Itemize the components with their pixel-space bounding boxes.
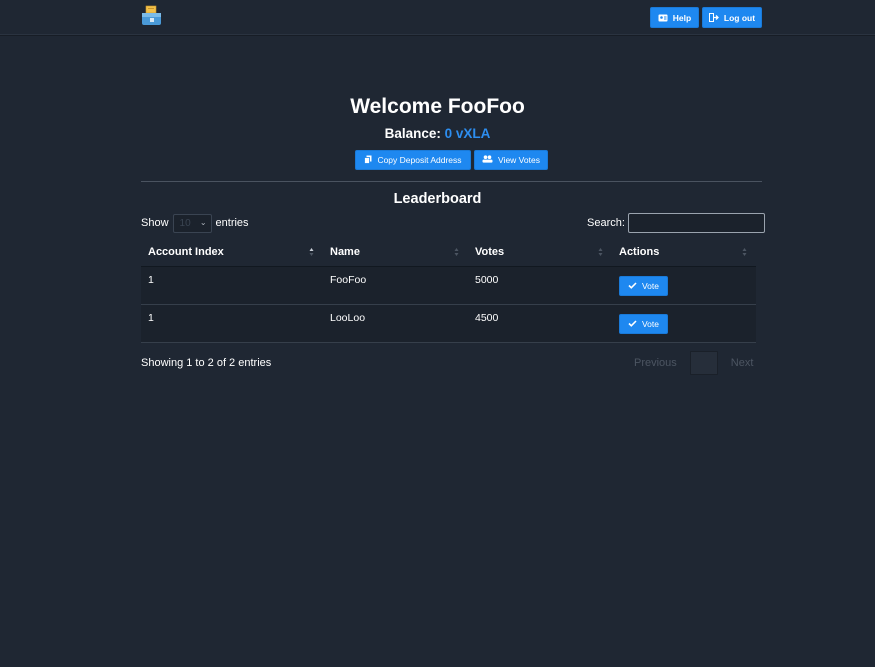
copy-deposit-address-label: Copy Deposit Address (377, 155, 462, 165)
column-header-votes[interactable]: Votes (468, 238, 612, 267)
copy-icon (364, 155, 372, 166)
column-header-name[interactable]: Name (323, 238, 468, 267)
column-header-label: Name (330, 245, 360, 258)
help-button-label: Help (672, 12, 692, 23)
search-label: Search: (587, 217, 625, 229)
vote-button[interactable]: Vote (619, 313, 668, 334)
column-header-actions[interactable]: Actions (612, 238, 756, 267)
cell-account-index: 1 (141, 304, 323, 343)
view-votes-button[interactable]: View Votes (474, 150, 548, 170)
logout-button-label: Log out (723, 12, 756, 23)
column-header-account-index[interactable]: Account Index (141, 238, 323, 267)
page-length-value: 10 (179, 217, 191, 229)
cell-name: FooFoo (323, 266, 468, 305)
view-votes-label: View Votes (498, 155, 540, 165)
navbar: Help Log out (0, 0, 875, 35)
table-row: 1 FooFoo 5000 Vote (141, 266, 756, 305)
wallet-logo-icon[interactable] (141, 5, 163, 27)
check-icon (628, 319, 637, 329)
entries-label: entries (215, 217, 249, 229)
vote-button[interactable]: Vote (619, 275, 668, 296)
balance-value: 0 vXLA (444, 126, 491, 141)
table-info: Showing 1 to 2 of 2 entries (141, 357, 272, 369)
column-header-label: Account Index (148, 245, 224, 258)
divider (141, 181, 762, 182)
page-length-control: Show 10 ⌄ entries (141, 213, 249, 233)
copy-deposit-address-button[interactable]: Copy Deposit Address (355, 150, 471, 170)
table-header-row: Account Index Name Votes Actions (141, 238, 756, 267)
users-icon (482, 155, 493, 165)
cell-votes: 5000 (468, 266, 612, 305)
cell-votes: 4500 (468, 304, 612, 343)
table-row: 1 LooLoo 4500 Vote (141, 304, 756, 343)
search-input[interactable] (627, 213, 765, 233)
check-icon (628, 281, 637, 291)
sort-icon (598, 248, 603, 256)
leaderboard-table: Account Index Name Votes Actions 1 FooFo… (141, 238, 756, 343)
page-length-select[interactable]: 10 ⌄ (172, 213, 212, 233)
help-button[interactable]: Help (650, 7, 699, 28)
chevron-down-icon: ⌄ (199, 217, 207, 227)
pagination: Previous Next (625, 351, 762, 375)
vote-button-label: Vote (641, 318, 660, 329)
page-title: Welcome FooFoo (350, 95, 525, 118)
show-label: Show (141, 217, 169, 229)
logout-button[interactable]: Log out (702, 7, 762, 28)
balance-label: Balance: (384, 126, 441, 141)
search-control: Search: (587, 213, 765, 233)
id-card-icon (658, 14, 668, 22)
cell-account-index: 1 (141, 266, 323, 305)
cell-actions: Vote (612, 304, 756, 343)
previous-button[interactable]: Previous (625, 357, 686, 369)
balance: Balance: 0 vXLA (0, 126, 875, 141)
sort-asc-icon (309, 248, 314, 256)
cell-name: LooLoo (323, 304, 468, 343)
cell-actions: Vote (612, 266, 756, 305)
vote-button-label: Vote (641, 280, 660, 291)
next-button[interactable]: Next (722, 357, 763, 369)
sign-out-icon (708, 13, 719, 22)
sort-icon (742, 248, 747, 256)
column-header-label: Votes (475, 245, 505, 258)
leaderboard-title: Leaderboard (393, 191, 482, 207)
sort-icon (454, 248, 459, 256)
column-header-label: Actions (619, 245, 660, 258)
current-page-button[interactable] (689, 351, 718, 375)
